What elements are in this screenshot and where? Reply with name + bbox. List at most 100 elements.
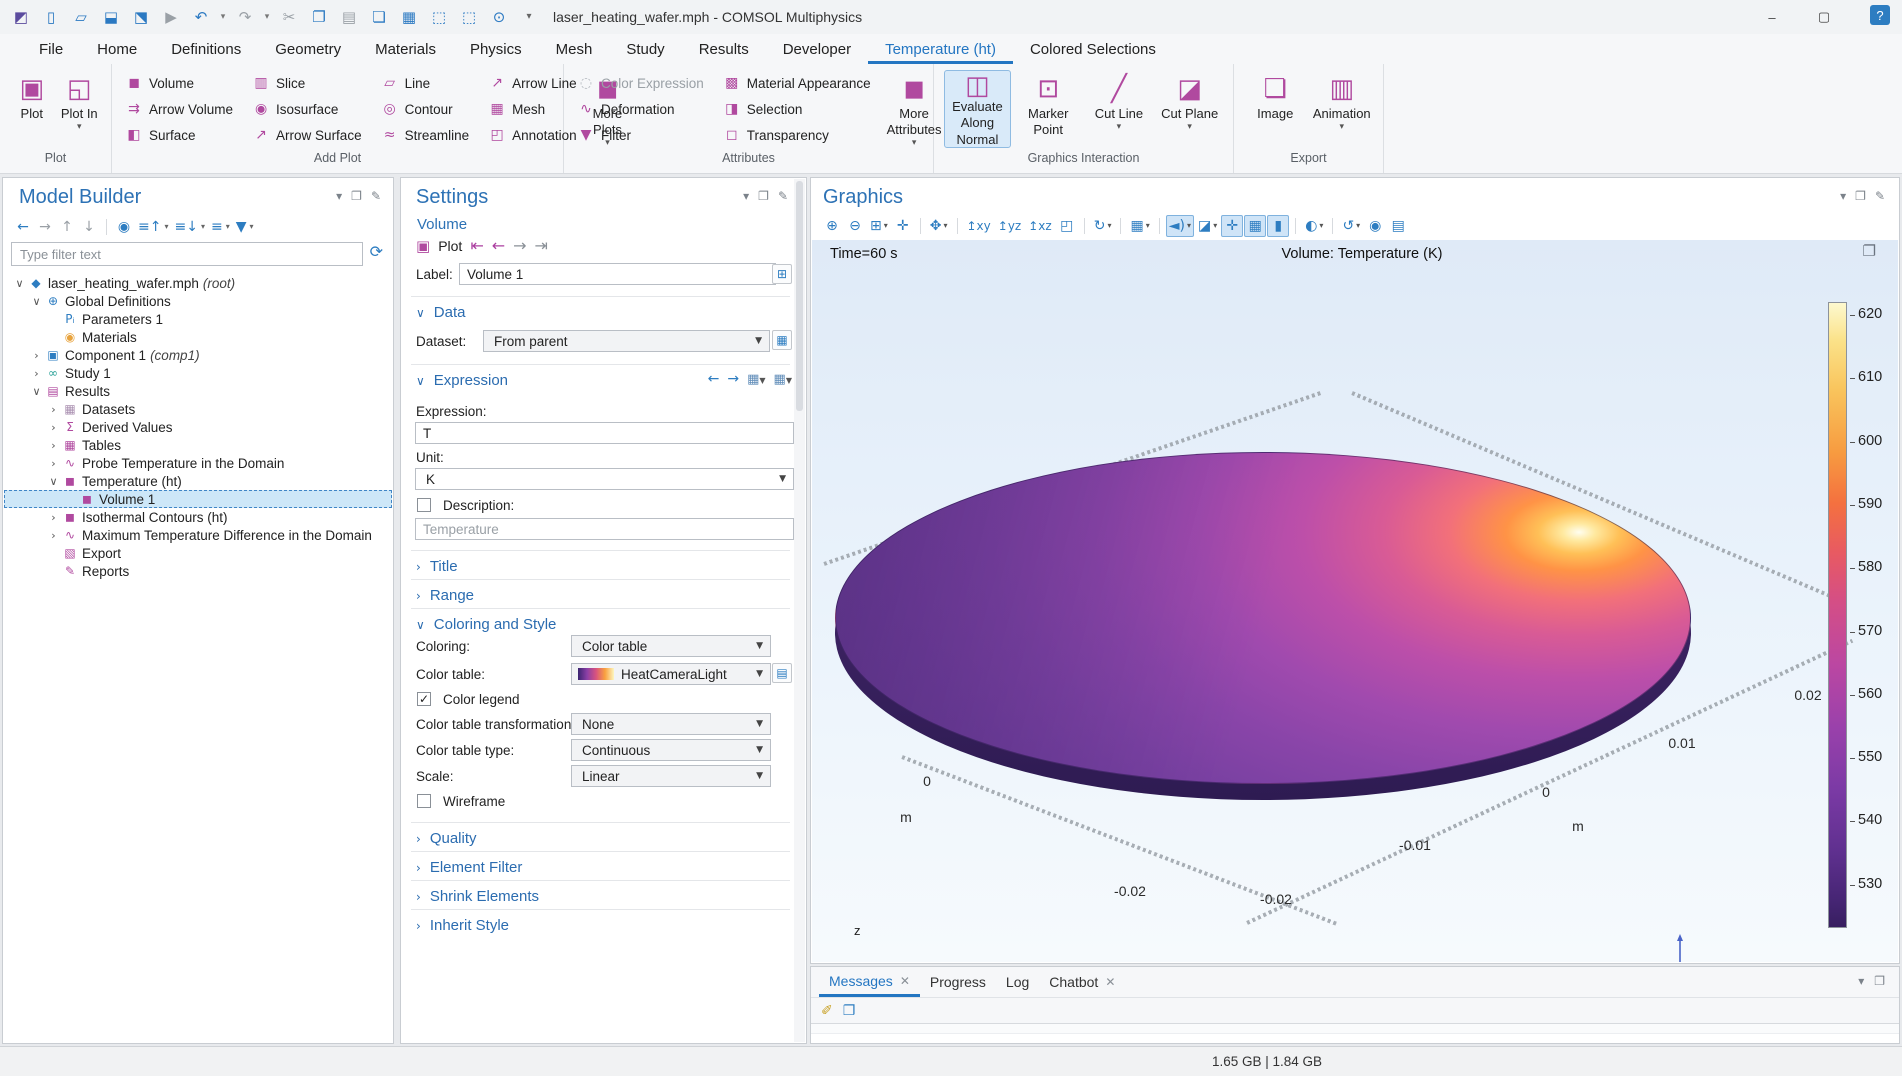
float-window-icon[interactable]: ❐	[1874, 975, 1885, 987]
show-color-legend-icon[interactable]: ▮	[1267, 215, 1289, 237]
slice-button[interactable]: ▥Slice	[247, 70, 370, 96]
customize-icon[interactable]: ▾	[516, 4, 542, 30]
menu-tab-mesh[interactable]: Mesh	[539, 34, 610, 64]
next-solution-icon[interactable]: →	[513, 238, 526, 254]
find-icon[interactable]: ⊙	[486, 4, 512, 30]
plot-button[interactable]: Plot	[438, 238, 462, 254]
tree-item-parameters-1[interactable]: PᵢParameters 1	[4, 310, 392, 328]
tab-chatbot[interactable]: Chatbot✕	[1039, 967, 1125, 997]
cut-icon[interactable]: ✂	[276, 4, 302, 30]
tree-item-study-1[interactable]: ›∞Study 1	[4, 364, 392, 382]
menu-tab-colored-selections[interactable]: Colored Selections	[1013, 34, 1173, 64]
collapse-icon[interactable]: ∨	[29, 296, 44, 307]
section-range[interactable]: › Range	[416, 587, 474, 604]
cut-line-button[interactable]: ╱Cut Line▾	[1086, 70, 1153, 148]
wireframe-checkbox[interactable]	[417, 794, 431, 808]
tab-progress[interactable]: Progress	[920, 967, 996, 997]
last-solution-icon[interactable]: ⇥	[535, 238, 548, 254]
unit-combo[interactable]: K▼	[415, 468, 794, 490]
zoom-extents-icon[interactable]: ✛	[892, 215, 914, 237]
tree-item-datasets[interactable]: ›▦Datasets	[4, 400, 392, 418]
section-element-filter[interactable]: ›Element Filter	[416, 859, 522, 876]
transparency-button[interactable]: ◻Transparency	[718, 122, 879, 148]
copy-icon[interactable]: ❐	[306, 4, 332, 30]
collapse-icon[interactable]: ∨	[12, 278, 27, 289]
image-button[interactable]: ❏Image	[1244, 70, 1307, 148]
duplicate-icon[interactable]: ❏	[366, 4, 392, 30]
previous-solution-icon[interactable]: ←	[492, 238, 505, 254]
float-window-icon[interactable]: ❐	[758, 190, 769, 202]
collapse-up-icon[interactable]: ≡↑▾	[136, 216, 170, 238]
projection-icon[interactable]: ◪▾	[1195, 215, 1220, 237]
isosurface-button[interactable]: ◉Isosurface	[247, 96, 370, 122]
animation-button[interactable]: ▥Animation▾	[1311, 70, 1374, 148]
expand-icon[interactable]: ›	[46, 440, 61, 451]
coloring-combo[interactable]: Color table▼	[571, 635, 771, 657]
tab-log[interactable]: Log	[996, 967, 1039, 997]
model-tree-node-text-icon[interactable]: ≡▾	[209, 216, 232, 238]
expand-down-icon[interactable]: ≡↓▾	[172, 216, 206, 238]
show-icon[interactable]: ◉	[114, 216, 134, 238]
volume-button[interactable]: ◼Volume	[120, 70, 241, 96]
section-expression[interactable]: ∨ Expression	[416, 372, 508, 389]
tree-item-export[interactable]: ▧Export	[4, 544, 392, 562]
chevron-down-icon[interactable]: ▾	[1840, 190, 1846, 202]
chevron-down-icon[interactable]: ▾	[743, 190, 749, 202]
close-tab-icon[interactable]: ✕	[900, 975, 910, 987]
transformation-combo[interactable]: None▼	[571, 713, 771, 735]
rotate-icon[interactable]: ↻▾	[1091, 215, 1115, 237]
float-window-icon[interactable]: ❐	[1855, 190, 1866, 202]
forward-icon[interactable]: →	[35, 216, 55, 238]
menu-tab-geometry[interactable]: Geometry	[258, 34, 358, 64]
show-axes-icon[interactable]: ✛	[1221, 215, 1243, 237]
menu-tab-home[interactable]: Home	[80, 34, 154, 64]
menu-tab-study[interactable]: Study	[609, 34, 681, 64]
arrow-surface-button[interactable]: ↗Arrow Surface	[247, 122, 370, 148]
new-file-icon[interactable]: ▯	[38, 4, 64, 30]
expand-icon[interactable]: ›	[46, 422, 61, 433]
description-checkbox[interactable]	[417, 498, 431, 512]
pin-icon[interactable]: ✎	[1875, 190, 1885, 202]
refresh-icon[interactable]: ⟳	[370, 244, 383, 260]
menu-tab-physics[interactable]: Physics	[453, 34, 539, 64]
label-input[interactable]: Volume 1	[459, 263, 776, 285]
open-icon[interactable]: ▱	[68, 4, 94, 30]
cut-plane-button[interactable]: ◪Cut Plane▾	[1156, 70, 1223, 148]
copy-plot-icon[interactable]: ❐	[1863, 244, 1876, 259]
contour-button[interactable]: ◎Contour	[376, 96, 478, 122]
tree-filter-input[interactable]	[11, 242, 363, 266]
tab-messages[interactable]: Messages✕	[819, 967, 920, 997]
evaluate-along-normal-button[interactable]: ◫Evaluate Along Normal	[944, 70, 1011, 148]
zoom-box-icon[interactable]: ⊞▾	[867, 215, 891, 237]
menu-tab-materials[interactable]: Materials	[358, 34, 453, 64]
tree-item-materials[interactable]: ◉Materials	[4, 328, 392, 346]
paste-icon[interactable]: ▤	[336, 4, 362, 30]
move-down-arrow-icon[interactable]: ↓	[79, 216, 99, 238]
undo-dropdown-icon[interactable]: ▾	[218, 13, 228, 22]
chevron-down-icon[interactable]: ▾	[336, 190, 342, 202]
expand-icon[interactable]: ›	[46, 404, 61, 415]
tree-item-global-definitions[interactable]: ∨⊕Global Definitions	[4, 292, 392, 310]
section-quality[interactable]: ›Quality	[416, 830, 477, 847]
view-xz-icon[interactable]: ↥xz	[1025, 215, 1054, 237]
section-inherit-style[interactable]: ›Inherit Style	[416, 917, 509, 934]
view-yz-icon[interactable]: ↥yz	[995, 215, 1024, 237]
clear-messages-icon[interactable]: ✐	[821, 1004, 833, 1018]
zoom-in-icon[interactable]: ⊕	[821, 215, 843, 237]
tree-item-results[interactable]: ∨▤Results	[4, 382, 392, 400]
messages-content[interactable]	[811, 1023, 1899, 1043]
expand-icon[interactable]: ›	[46, 512, 61, 523]
section-data[interactable]: ∨ Data	[416, 304, 465, 321]
section-coloring-style[interactable]: ∨ Coloring and Style	[416, 616, 556, 633]
expand-icon[interactable]: ›	[29, 368, 44, 379]
insert-expression-icon[interactable]: ▦▼	[774, 373, 792, 386]
show-grid-icon[interactable]: ▦	[1244, 215, 1266, 237]
expand-icon[interactable]: ›	[46, 530, 61, 541]
run-icon[interactable]: ▶	[158, 4, 184, 30]
reset-hiding-icon[interactable]: ↺▾	[1339, 215, 1363, 237]
replace-expression-icon[interactable]: ▦▼	[747, 373, 765, 386]
tree-item-tables[interactable]: ›▦Tables	[4, 436, 392, 454]
save-icon[interactable]: ⬓	[98, 4, 124, 30]
first-solution-icon[interactable]: ⇤	[470, 238, 483, 254]
expression-input[interactable]: T	[415, 422, 794, 444]
